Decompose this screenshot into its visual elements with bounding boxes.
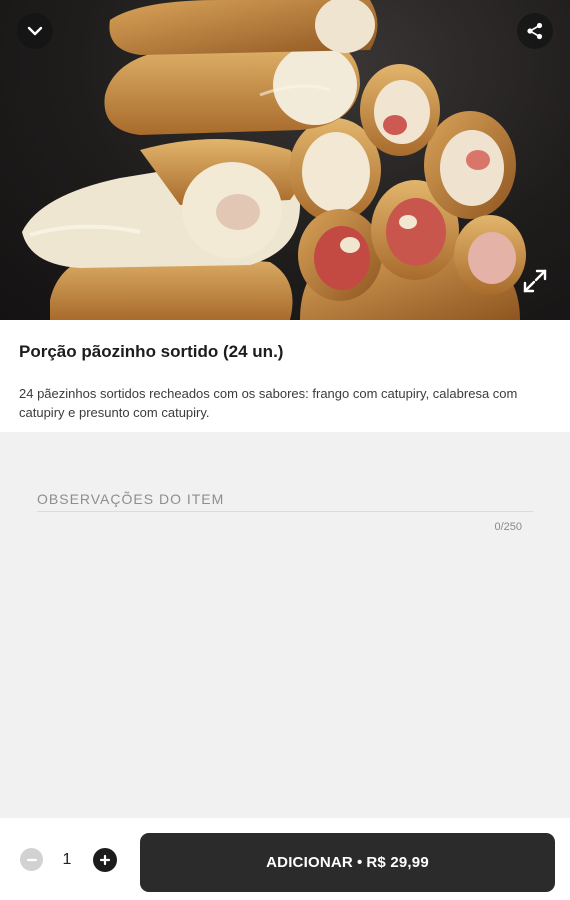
item-notes-section: 0/250 (0, 432, 570, 818)
share-icon (527, 22, 543, 40)
notes-char-counter: 0/250 (494, 521, 522, 533)
quantity-value: 1 (62, 851, 72, 868)
food-photo (22, 0, 526, 320)
chevron-down-icon (27, 26, 43, 36)
expand-icon[interactable] (522, 268, 548, 294)
add-to-cart-button[interactable]: ADICIONAR • R$ 29,99 (140, 833, 555, 892)
add-button-price: R$ 29,99 (366, 854, 429, 871)
product-image (0, 0, 570, 320)
add-button-label: ADICIONAR (266, 854, 353, 871)
share-button[interactable] (517, 13, 553, 49)
back-button[interactable] (17, 13, 53, 49)
bottom-bar: 1 ADICIONAR • R$ 29,99 (0, 818, 570, 900)
decrease-quantity-button[interactable] (20, 848, 43, 871)
product-description: 24 pãezinhos sortidos recheados com os s… (19, 386, 518, 420)
add-button-separator: • (356, 854, 363, 871)
minus-icon (26, 858, 37, 861)
product-title: Porção pãozinho sortido (24 un.) (19, 342, 284, 361)
increase-quantity-button[interactable] (93, 848, 117, 872)
plus-icon (99, 854, 111, 866)
item-notes-input[interactable] (37, 486, 533, 512)
product-info: Porção pãozinho sortido (24 un.) 24 pãez… (0, 320, 570, 432)
